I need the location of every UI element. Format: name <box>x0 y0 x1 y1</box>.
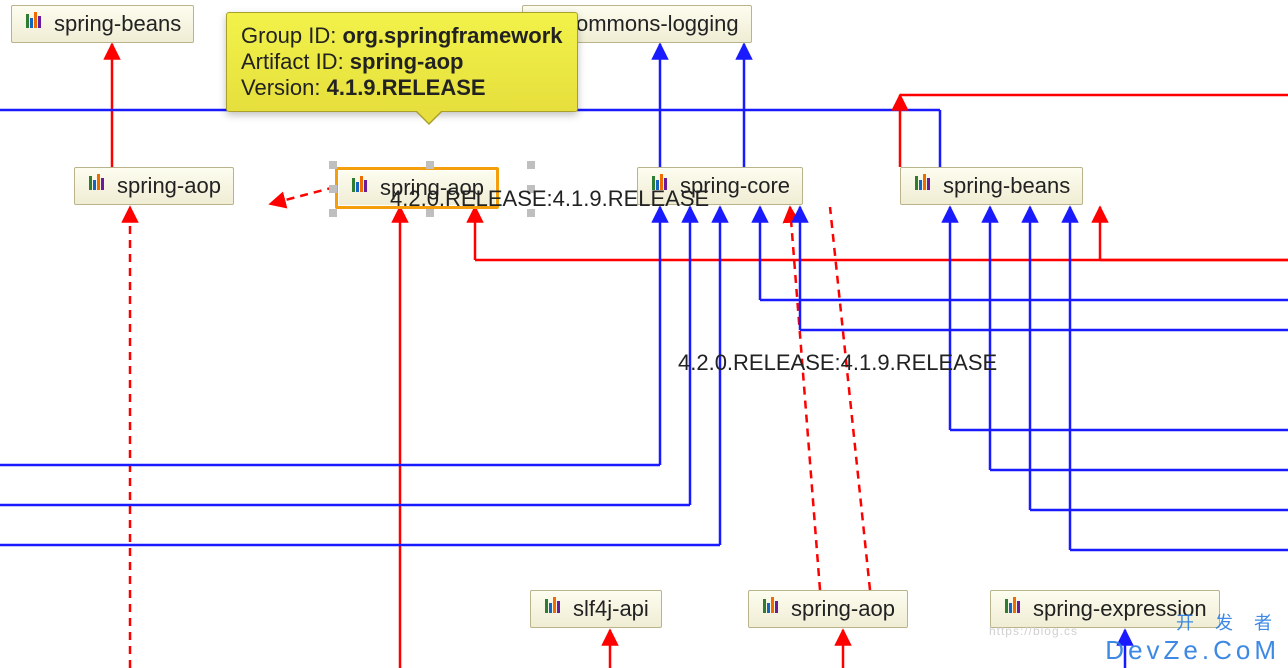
selection-handle[interactable] <box>527 161 535 169</box>
tooltip-group-label: Group ID: <box>241 23 342 48</box>
watermark-faint: https://blog.cs <box>989 624 1078 638</box>
conflict-label-2: 4.2.0.RELEASE:4.1.9.RELEASE <box>678 350 997 376</box>
watermark-text: 开 发 者 DevZe.CoM <box>1105 609 1280 666</box>
bar-chart-icon <box>543 595 565 623</box>
bar-chart-icon <box>1003 595 1025 623</box>
dependency-node-n7[interactable]: slf4j-api <box>530 590 662 628</box>
selection-handle[interactable] <box>329 185 337 193</box>
dependency-node-n3[interactable]: spring-aop <box>74 167 234 205</box>
tooltip-artifact-label: Artifact ID: <box>241 49 350 74</box>
node-tooltip: Group ID: org.springframework Artifact I… <box>226 12 578 112</box>
bar-chart-icon <box>87 172 109 200</box>
bar-chart-icon <box>761 595 783 623</box>
node-label: spring-beans <box>943 173 1070 199</box>
node-label: spring-aop <box>791 596 895 622</box>
node-label: slf4j-api <box>573 596 649 622</box>
node-label: spring-beans <box>54 11 181 37</box>
selection-handle[interactable] <box>426 161 434 169</box>
dependency-node-n8[interactable]: spring-aop <box>748 590 908 628</box>
tooltip-version-value: 4.1.9.RELEASE <box>327 75 486 100</box>
dependency-node-n1[interactable]: spring-beans <box>11 5 194 43</box>
selection-handle[interactable] <box>329 209 337 217</box>
bar-chart-icon <box>24 10 46 38</box>
conflict-label-1: 4.2.0.RELEASE:4.1.9.RELEASE <box>390 186 709 212</box>
tooltip-group-value: org.springframework <box>342 23 562 48</box>
dependency-node-n6[interactable]: spring-beans <box>900 167 1083 205</box>
bar-chart-icon <box>913 172 935 200</box>
selection-handle[interactable] <box>329 161 337 169</box>
tooltip-version-label: Version: <box>241 75 327 100</box>
tooltip-artifact-value: spring-aop <box>350 49 464 74</box>
dependency-edges <box>0 0 1288 668</box>
bar-chart-icon <box>350 174 372 202</box>
node-label: commons-logging <box>565 11 739 37</box>
node-label: spring-aop <box>117 173 221 199</box>
